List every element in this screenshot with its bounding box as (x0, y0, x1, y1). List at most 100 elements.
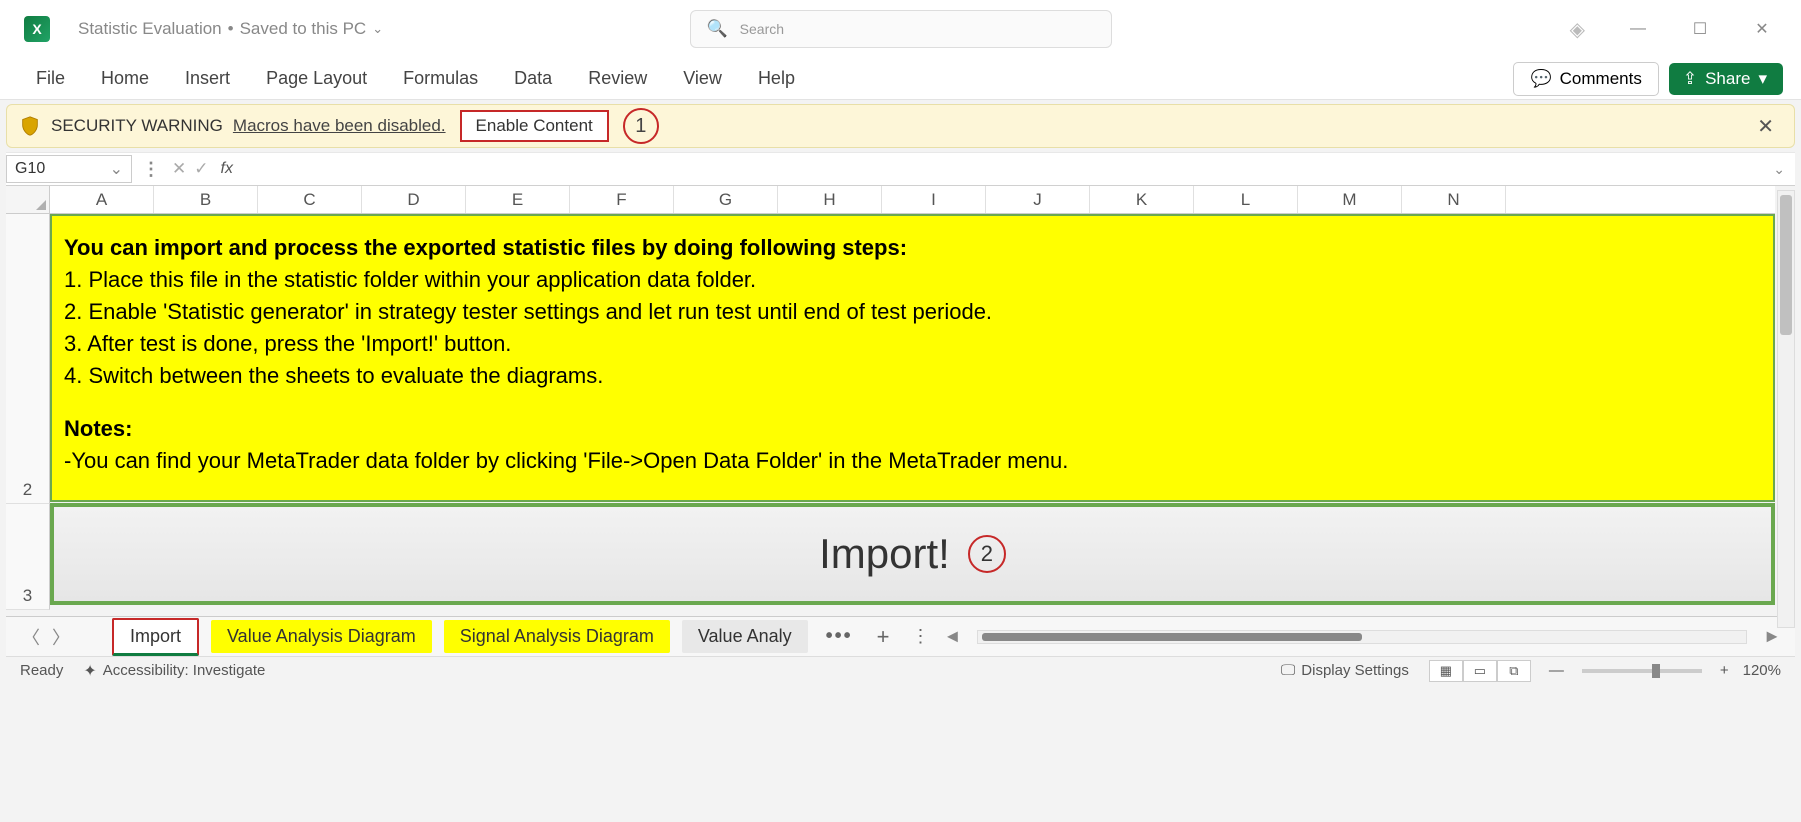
tab-formulas[interactable]: Formulas (385, 62, 496, 95)
col-K[interactable]: K (1090, 186, 1194, 213)
cancel-icon[interactable]: ✕ (172, 159, 186, 179)
sheet-tab-value-analysis-diagram[interactable]: Value Analysis Diagram (211, 620, 432, 653)
doc-name: Statistic Evaluation (78, 19, 222, 39)
cells[interactable]: You can import and process the exported … (50, 214, 1775, 610)
accessibility-icon[interactable]: ✦ (83, 661, 96, 681)
enter-icon[interactable]: ✓ (194, 159, 208, 179)
tab-help[interactable]: Help (740, 62, 813, 95)
formula-bar: G10 ⌄ ⋮ ✕ ✓ fx ⌄ (6, 152, 1795, 186)
excel-logo-icon: X (24, 16, 50, 42)
row-3[interactable]: 3 (6, 504, 50, 610)
share-button[interactable]: ⇪ Share ▾ (1669, 63, 1783, 95)
search-placeholder: Search (740, 21, 784, 37)
zoom-knob[interactable] (1652, 664, 1660, 678)
display-settings[interactable]: Display Settings (1301, 662, 1409, 679)
name-box[interactable]: G10 ⌄ (6, 155, 132, 183)
step-2: 2. Enable 'Statistic generator' in strat… (64, 296, 1761, 328)
comment-icon: 💬 (1530, 69, 1551, 89)
cell-reference: G10 (15, 160, 45, 178)
tab-home[interactable]: Home (83, 62, 167, 95)
fx-label[interactable]: fx (215, 160, 239, 178)
select-all-corner[interactable] (6, 186, 50, 213)
step-3: 3. After test is done, press the 'Import… (64, 328, 1761, 360)
chevron-down-icon: ▾ (1758, 69, 1767, 89)
status-ready: Ready (20, 662, 63, 679)
maximize-button[interactable]: ☐ (1691, 20, 1709, 38)
col-M[interactable]: M (1298, 186, 1402, 213)
page-layout-view-button[interactable]: ▭ (1463, 660, 1497, 682)
col-E[interactable]: E (466, 186, 570, 213)
comments-button[interactable]: 💬 Comments (1513, 62, 1658, 96)
new-sheet-button[interactable]: + (865, 624, 902, 650)
sheet-tab-value-analy[interactable]: Value Analy (682, 620, 808, 653)
prev-sheet-button[interactable]: 〈 (16, 624, 46, 650)
document-title[interactable]: Statistic Evaluation • Saved to this PC … (78, 19, 383, 39)
tab-review[interactable]: Review (570, 62, 665, 95)
zoom-in-button[interactable]: + (1712, 662, 1737, 679)
share-icon: ⇪ (1683, 69, 1697, 89)
col-B[interactable]: B (154, 186, 258, 213)
search-box[interactable]: 🔍 Search (690, 10, 1112, 48)
step-4: 4. Switch between the sheets to evaluate… (64, 360, 1761, 392)
scroll-right-icon[interactable]: ► (1759, 626, 1785, 647)
scrollbar-thumb[interactable] (1780, 195, 1792, 335)
close-banner-button[interactable]: ✕ (1749, 114, 1782, 139)
page-break-view-button[interactable]: ⧉ (1497, 660, 1531, 682)
diamond-icon[interactable]: ◈ (1570, 17, 1585, 42)
zoom-slider[interactable] (1582, 669, 1702, 673)
tab-page-layout[interactable]: Page Layout (248, 62, 385, 95)
scroll-left-icon[interactable]: ◄ (940, 626, 966, 647)
chevron-down-icon[interactable]: ⌄ (372, 21, 383, 37)
row-2[interactable]: 2 (6, 214, 50, 504)
security-message-link[interactable]: Macros have been disabled. (233, 116, 446, 136)
display-settings-icon[interactable]: 🖵 (1281, 662, 1295, 679)
minimize-button[interactable]: — (1629, 20, 1647, 38)
formula-input[interactable] (239, 156, 1763, 182)
tab-data[interactable]: Data (496, 62, 570, 95)
more-sheets-button[interactable]: ••• (814, 625, 865, 648)
normal-view-button[interactable]: ▦ (1429, 660, 1463, 682)
save-status: Saved to this PC (240, 19, 367, 39)
chevron-down-icon[interactable]: ⌄ (110, 159, 123, 179)
shield-icon (19, 115, 41, 137)
col-H[interactable]: H (778, 186, 882, 213)
import-button[interactable]: Import! 2 (50, 503, 1775, 605)
divider-icon: ⋮ (136, 159, 166, 180)
grid-area: 2 3 You can import and process the expor… (6, 214, 1801, 610)
col-A[interactable]: A (50, 186, 154, 213)
accessibility-status[interactable]: Accessibility: Investigate (103, 662, 266, 679)
tab-view[interactable]: View (665, 62, 740, 95)
scrollbar-thumb[interactable] (982, 633, 1362, 641)
col-D[interactable]: D (362, 186, 466, 213)
status-bar: Ready ✦ Accessibility: Investigate 🖵 Dis… (6, 656, 1795, 684)
col-F[interactable]: F (570, 186, 674, 213)
enable-content-button[interactable]: Enable Content (460, 110, 609, 142)
import-button-label: Import! (819, 530, 950, 578)
ribbon-tabs: File Home Insert Page Layout Formulas Da… (0, 58, 1801, 100)
col-N[interactable]: N (1402, 186, 1506, 213)
sheet-tab-import[interactable]: Import (112, 618, 199, 656)
col-G[interactable]: G (674, 186, 778, 213)
vertical-scrollbar[interactable] (1777, 190, 1795, 628)
col-I[interactable]: I (882, 186, 986, 213)
col-C[interactable]: C (258, 186, 362, 213)
sheet-tab-signal-analysis-diagram[interactable]: Signal Analysis Diagram (444, 620, 670, 653)
zoom-out-button[interactable]: — (1541, 662, 1572, 679)
zoom-level[interactable]: 120% (1743, 662, 1781, 679)
step-1: 1. Place this file in the statistic fold… (64, 264, 1761, 296)
next-sheet-button[interactable]: 〉 (46, 624, 76, 650)
search-icon: 🔍 (707, 19, 728, 39)
tab-file[interactable]: File (18, 62, 83, 95)
col-L[interactable]: L (1194, 186, 1298, 213)
title-bar: X Statistic Evaluation • Saved to this P… (0, 0, 1801, 58)
note-1: -You can find your MetaTrader data folde… (64, 445, 1761, 477)
col-J[interactable]: J (986, 186, 1090, 213)
sheet-tab-strip: 〈 〉 Import Value Analysis Diagram Signal… (6, 616, 1795, 656)
tab-insert[interactable]: Insert (167, 62, 248, 95)
sheet-menu-button[interactable]: ⋮ (902, 626, 940, 647)
horizontal-scrollbar[interactable] (977, 630, 1747, 644)
instructions-cell[interactable]: You can import and process the exported … (50, 214, 1775, 502)
close-button[interactable]: ✕ (1753, 20, 1771, 38)
expand-formula-bar-icon[interactable]: ⌄ (1763, 161, 1795, 178)
annotation-2: 2 (968, 535, 1006, 573)
